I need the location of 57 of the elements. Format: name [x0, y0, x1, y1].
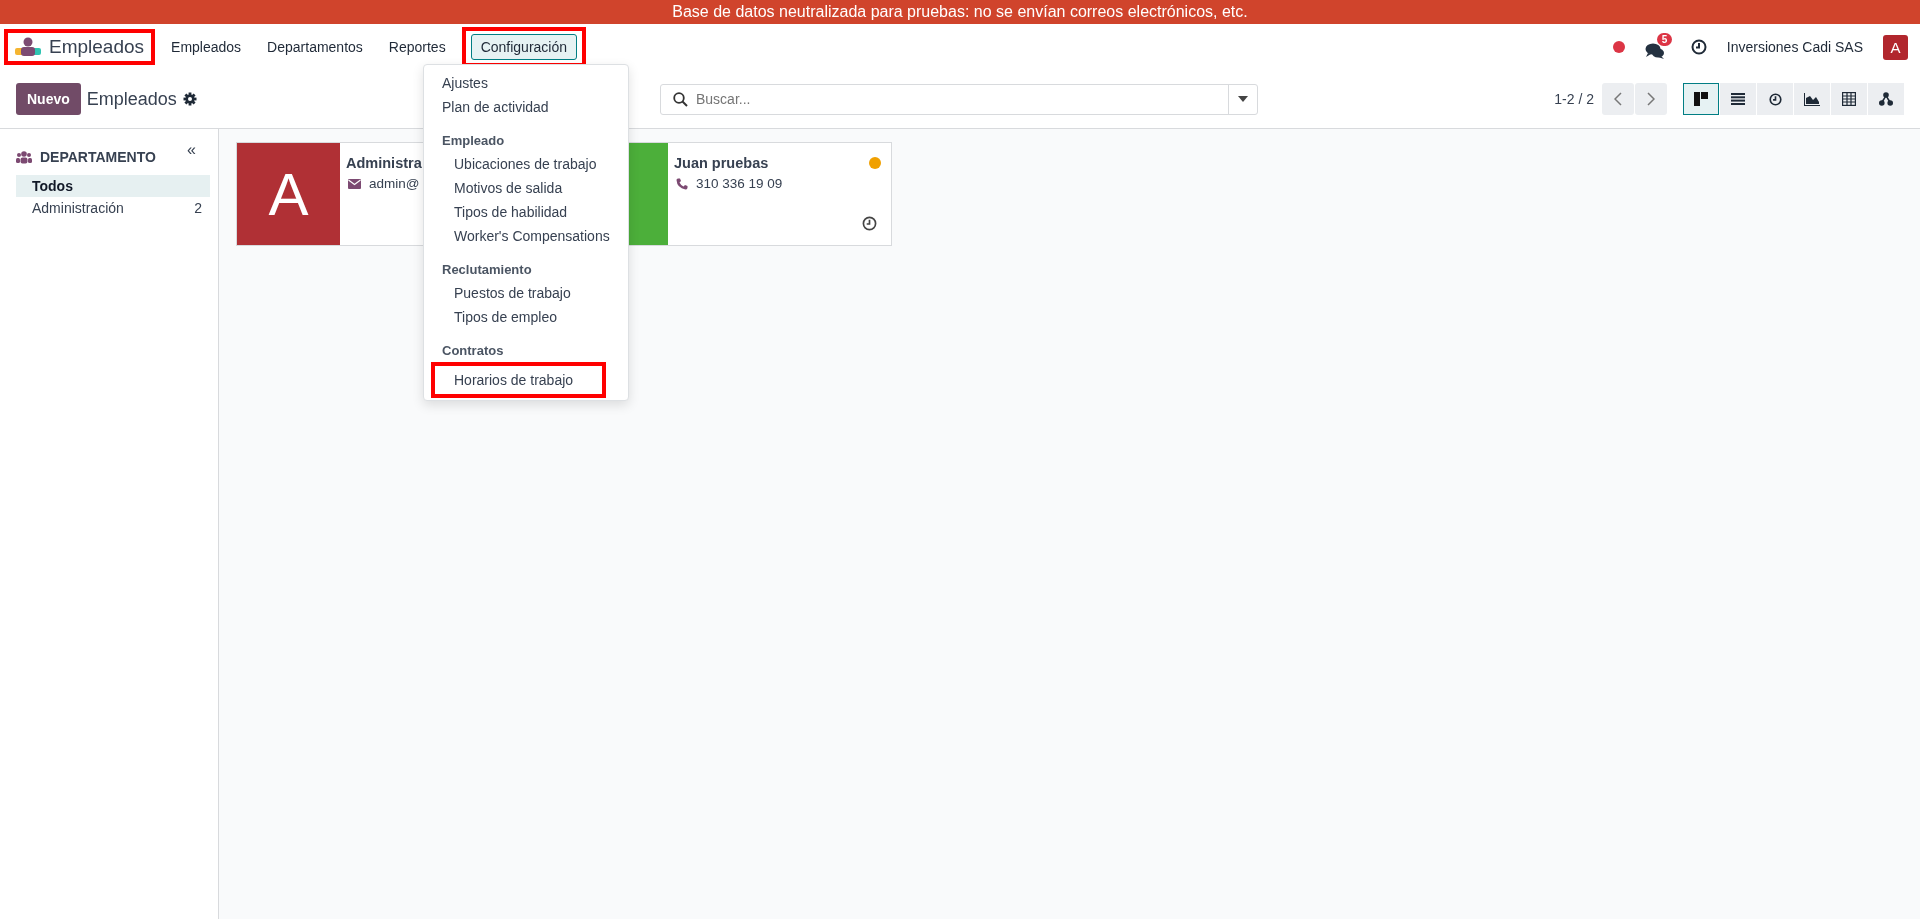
department-item[interactable]: Administración 2: [16, 197, 210, 219]
table-icon: [1842, 92, 1856, 106]
menu-item[interactable]: Plan de actividad: [424, 95, 567, 119]
kanban-view-button[interactable]: [1683, 83, 1719, 115]
clock-icon: [1768, 92, 1782, 106]
list-icon: [1731, 93, 1745, 105]
pager-value[interactable]: 1-2 / 2: [1554, 91, 1594, 107]
company-switcher[interactable]: Inversiones Cadi SAS: [1726, 39, 1863, 55]
phone-icon: [676, 177, 688, 190]
panel-heading: DEPARTAMENTO: [40, 149, 156, 165]
breadcrumb-title: Empleados: [86, 88, 177, 110]
user-avatar[interactable]: A: [1883, 34, 1908, 60]
department-name: Administración: [32, 200, 124, 216]
menu-section-header: Contratos: [441, 342, 505, 360]
search-icon: [673, 91, 688, 107]
list-view-button[interactable]: [1720, 83, 1756, 115]
graph-view-button[interactable]: [1794, 83, 1830, 115]
people-icon: [16, 150, 32, 164]
pivot-view-button[interactable]: [1831, 83, 1867, 115]
employee-name: Juan pruebas: [674, 155, 769, 171]
clock-icon[interactable]: [862, 216, 877, 231]
envelope-icon: [348, 178, 361, 189]
menu-section-header: Reclutamiento: [441, 261, 533, 279]
hierarchy-icon: [1879, 92, 1893, 106]
contact-text: admin@: [369, 176, 420, 191]
employee-avatar: A: [237, 143, 340, 245]
app-brand-link[interactable]: Empleados: [13, 36, 147, 58]
menu-item[interactable]: Ajustes: [424, 71, 506, 95]
kanban-icon: [1694, 92, 1708, 106]
area-chart-icon: [1804, 92, 1820, 106]
employee-count: 2: [194, 200, 202, 216]
settings-icon[interactable]: [182, 92, 197, 106]
chat-icon[interactable]: [1644, 43, 1665, 59]
chevron-right-icon: [1647, 92, 1655, 106]
employee-name: Administra: [346, 155, 422, 171]
message-count-badge: 5: [1656, 33, 1673, 46]
people-icon: [15, 37, 41, 57]
menu-item[interactable]: Horarios de trabajo: [435, 368, 592, 392]
contact-text: 310 336 19 09: [696, 176, 783, 191]
activity-view-button[interactable]: [1757, 83, 1793, 115]
menu-item[interactable]: Puestos de trabajo: [424, 281, 589, 305]
nav-menu-item[interactable]: Reportes: [378, 34, 456, 60]
new-button[interactable]: Nuevo: [16, 83, 81, 115]
nav-menu-item[interactable]: Configuración: [470, 34, 578, 60]
status-dot[interactable]: [1612, 41, 1625, 53]
menu-item[interactable]: Tipos de empleo: [424, 305, 575, 329]
search-field[interactable]: Buscar...: [660, 83, 1258, 115]
nav-menu-item[interactable]: Departamentos: [257, 34, 373, 60]
test-database-banner: Base de datos neutralizada para pruebas: no se envían correos electrónicos, etc.: [0, 0, 1920, 24]
collapse-button[interactable]: «: [187, 141, 196, 159]
nav-menu-item[interactable]: Empleados: [161, 34, 252, 60]
caret-icon: [1238, 96, 1248, 102]
department-item[interactable]: Todos: [16, 175, 210, 197]
clock-icon[interactable]: [1690, 39, 1707, 55]
department-name: Todos: [32, 178, 73, 194]
hierarchy-view-button[interactable]: [1868, 83, 1904, 115]
chevron-left-icon: [1614, 92, 1622, 106]
